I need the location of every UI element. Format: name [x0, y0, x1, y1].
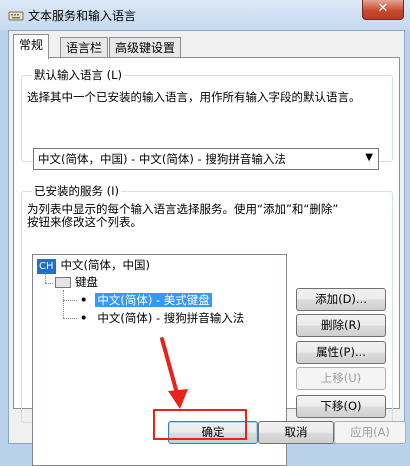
- tab-general[interactable]: 常规: [13, 34, 50, 59]
- remove-button[interactable]: 删除(R): [296, 314, 386, 337]
- tree-connector: [45, 283, 53, 284]
- move-down-button[interactable]: 下移(O): [296, 395, 386, 418]
- default-input-legend: 默认输入语言 (L): [32, 68, 125, 82]
- tree-item-label: 中文(简体) - 美式键盘: [95, 293, 212, 307]
- bullet-icon: •: [80, 293, 88, 307]
- installed-services-group: 已安装的服务 (I) 为列表中显示的每个输入语言选择服务。使用“添加”和“删除”…: [21, 184, 393, 466]
- move-up-button[interactable]: 上移(U): [296, 367, 386, 390]
- tree-category-label: 键盘: [75, 275, 98, 289]
- cancel-button[interactable]: 取消: [258, 421, 334, 444]
- tab-panel-general: 默认输入语言 (L) 选择其中一个已安装的输入语言，用作所有输入字段的默认语言。…: [13, 57, 400, 466]
- title-bar: 文本服务和输入语言 ✕: [0, 0, 410, 30]
- dialog-client-area: 常规 语言栏 高级键设置 默认输入语言 (L) 选择其中一个已安装的输入语言，用…: [8, 30, 405, 466]
- language-code-badge: CH: [37, 259, 56, 274]
- tree-connector: [63, 300, 77, 301]
- tree-connector: [63, 318, 77, 319]
- installed-description-line2: 按钮来修改这个列表。: [27, 215, 142, 229]
- apply-button[interactable]: 应用(A): [334, 421, 406, 444]
- installed-services-legend: 已安装的服务 (I): [32, 184, 122, 198]
- default-input-selected: 中文(简体，中国) - 中文(简体) - 搜狗拼音输入法: [38, 152, 286, 166]
- tree-category-node[interactable]: 键盘: [55, 274, 98, 290]
- tab-advanced-key-settings[interactable]: 高级键设置: [109, 37, 182, 58]
- installed-description-line1: 为列表中显示的每个输入语言选择服务。使用“添加”和“删除”: [27, 202, 339, 216]
- annotation-highlight-box: [153, 409, 247, 440]
- tree-item-us-keyboard[interactable]: • 中文(简体) - 美式键盘: [80, 292, 212, 308]
- annotation-arrow-icon: [160, 337, 188, 409]
- close-icon: ✕: [377, 1, 389, 16]
- tree-language-label: 中文(简体，中国): [60, 258, 150, 272]
- properties-button[interactable]: 属性(P)...: [296, 341, 386, 364]
- keyboard-icon: [55, 277, 71, 288]
- tree-item-label: 中文(简体) - 搜狗拼音输入法: [97, 311, 245, 325]
- add-button[interactable]: 添加(D)...: [296, 288, 386, 311]
- chevron-down-icon: ▼: [365, 152, 373, 163]
- bullet-icon: •: [80, 311, 88, 325]
- close-button[interactable]: ✕: [362, 0, 404, 20]
- keyboard-icon: [8, 11, 24, 21]
- default-input-description: 选择其中一个已安装的输入语言，用作所有输入字段的默认语言。: [27, 90, 361, 104]
- tree-connector: [45, 272, 46, 283]
- default-input-dropdown[interactable]: 中文(简体，中国) - 中文(简体) - 搜狗拼音输入法 ▼: [33, 148, 379, 170]
- tree-language-node[interactable]: CH 中文(简体，中国): [37, 257, 150, 274]
- window-title: 文本服务和输入语言: [28, 9, 137, 23]
- tab-language-bar[interactable]: 语言栏: [60, 37, 109, 58]
- tree-item-sogou-pinyin[interactable]: • 中文(简体) - 搜狗拼音输入法: [80, 310, 246, 326]
- tree-connector: [63, 290, 64, 318]
